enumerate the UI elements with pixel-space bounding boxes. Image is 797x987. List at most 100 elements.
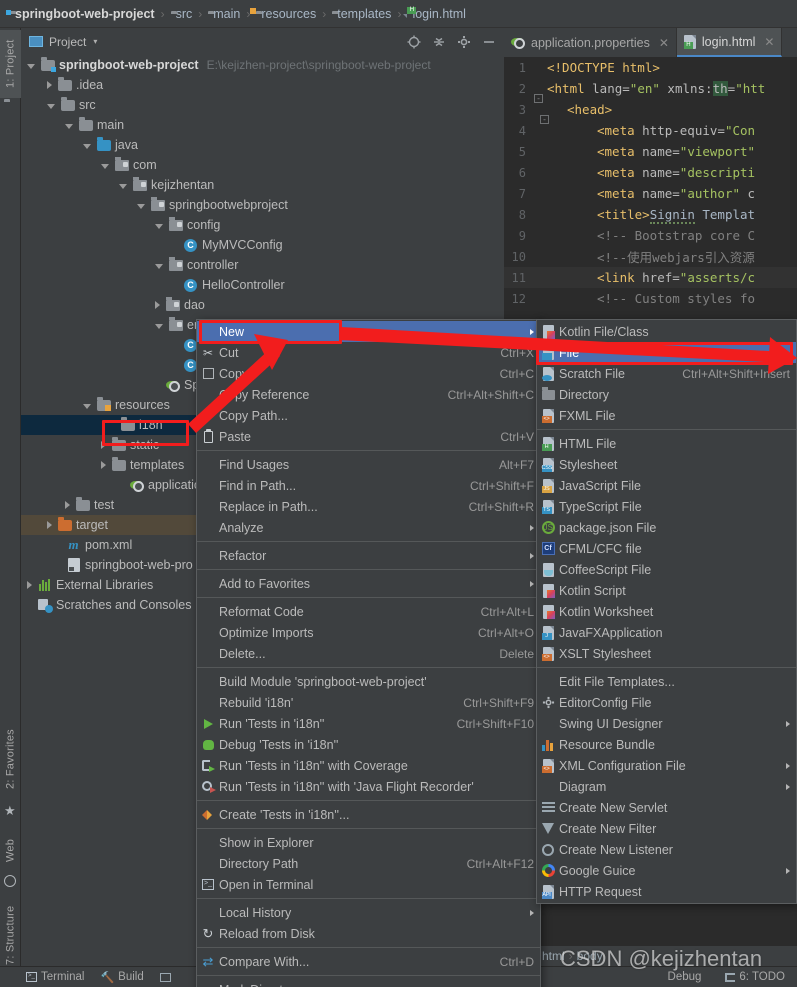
menu-item-rebuild[interactable]: Rebuild 'i18n' Ctrl+Shift+F9 xyxy=(197,692,540,713)
chevron-down-icon[interactable] xyxy=(155,323,163,329)
menu-item-refactor[interactable]: Refactor xyxy=(197,545,540,566)
menu-item-open-in-terminal[interactable]: >_ Open in Terminal xyxy=(197,874,540,895)
submenu-item-cfml-cfc-file[interactable]: Cf CFML/CFC file xyxy=(537,538,796,559)
menu-item-run-tests[interactable]: Run 'Tests in 'i18n'' Ctrl+Shift+F10 xyxy=(197,713,540,734)
chevron-right-icon[interactable] xyxy=(47,521,52,529)
menu-item-directory-path[interactable]: Directory Path Ctrl+Alt+F12 xyxy=(197,853,540,874)
submenu-item-scratch-file[interactable]: Scratch File Ctrl+Alt+Shift+Insert xyxy=(537,363,796,384)
chevron-down-icon[interactable] xyxy=(27,63,35,69)
menu-item-optimize-imports[interactable]: Optimize Imports Ctrl+Alt+O xyxy=(197,622,540,643)
menu-item-find-in-path[interactable]: Find in Path... Ctrl+Shift+F xyxy=(197,475,540,496)
submenu-item-html-file[interactable]: H HTML File xyxy=(537,433,796,454)
submenu-item-resource-bundle[interactable]: Resource Bundle xyxy=(537,734,796,755)
chevron-down-icon[interactable] xyxy=(65,123,73,129)
hide-icon[interactable] xyxy=(482,35,496,49)
submenu-item-diagram[interactable]: Diagram xyxy=(537,776,796,797)
tree-row-src[interactable]: src xyxy=(21,95,504,115)
menu-item-reformat-code[interactable]: Reformat Code Ctrl+Alt+L xyxy=(197,601,540,622)
menu-item-replace-in-path[interactable]: Replace in Path... Ctrl+Shift+R xyxy=(197,496,540,517)
chevron-right-icon[interactable] xyxy=(65,501,70,509)
submenu-item-file[interactable]: File xyxy=(537,342,796,363)
submenu-item-http-request[interactable]: API HTTP Request xyxy=(537,881,796,902)
submenu-item-create-new-listener[interactable]: Create New Listener xyxy=(537,839,796,860)
chevron-right-icon[interactable] xyxy=(27,581,32,589)
submenu-item-package-json-file[interactable]: JS package.json File xyxy=(537,517,796,538)
menu-item-compare-with[interactable]: ⇄ Compare With... Ctrl+D xyxy=(197,951,540,972)
bottom-item-terminal[interactable]: >_ Terminal xyxy=(26,971,84,983)
bottom-item-messages[interactable] xyxy=(159,972,175,982)
bottom-item-debug[interactable]: Debug xyxy=(668,971,702,983)
fold-minus-icon[interactable]: - xyxy=(534,93,543,103)
submenu-item-xslt-stylesheet[interactable]: <> XSLT Stylesheet xyxy=(537,643,796,664)
chevron-right-icon[interactable] xyxy=(101,461,106,469)
breadcrumb-item-src[interactable]: src xyxy=(169,0,195,28)
bottom-item-todo[interactable]: 6: TODO xyxy=(725,971,785,983)
chevron-down-icon[interactable] xyxy=(47,103,55,109)
breadcrumb-item-project[interactable]: springboot-web-project xyxy=(8,0,157,28)
submenu-item-directory[interactable]: Directory xyxy=(537,384,796,405)
submenu-item-typescript-file[interactable]: TS TypeScript File xyxy=(537,496,796,517)
submenu-item-stylesheet[interactable]: CSS Stylesheet xyxy=(537,454,796,475)
breadcrumb-item-login-html[interactable]: login.html xyxy=(405,0,468,28)
tree-row-main[interactable]: main xyxy=(21,115,504,135)
chevron-right-icon[interactable] xyxy=(155,301,160,309)
close-icon[interactable]: ✕ xyxy=(764,35,774,49)
submenu-item-edit-file-templates[interactable]: Edit File Templates... xyxy=(537,671,796,692)
gear-icon[interactable] xyxy=(457,35,471,49)
collapse-all-icon[interactable] xyxy=(432,35,446,49)
sidebar-item-structure[interactable]: 7: Structure xyxy=(0,894,21,976)
submenu-item-editorconfig-file[interactable]: EditorConfig File xyxy=(537,692,796,713)
tab-login-html[interactable]: login.html ✕ xyxy=(676,28,783,57)
submenu-item-xml-configuration-file[interactable]: <> XML Configuration File xyxy=(537,755,796,776)
tree-row-idea[interactable]: .idea xyxy=(21,75,504,95)
menu-item-show-in-explorer[interactable]: Show in Explorer xyxy=(197,832,540,853)
tree-row-config[interactable]: config xyxy=(21,215,504,235)
submenu-item-fxml-file[interactable]: <> FXML File xyxy=(537,405,796,426)
locate-icon[interactable] xyxy=(407,35,421,49)
menu-item-analyze[interactable]: Analyze xyxy=(197,517,540,538)
menu-item-run-tests-with-jfr[interactable]: Run 'Tests in 'i18n'' with 'Java Flight … xyxy=(197,776,540,797)
menu-item-copy-reference[interactable]: Copy Reference Ctrl+Alt+Shift+C xyxy=(197,384,540,405)
bottom-item-build[interactable]: 🔨 Build xyxy=(100,971,143,984)
tree-row-springbootwebproject[interactable]: springbootwebproject xyxy=(21,195,504,215)
context-menu[interactable]: New ✂ Cut Ctrl+X Copy Ctrl+C Copy Refere… xyxy=(196,319,541,987)
breadcrumb-item-main[interactable]: main xyxy=(206,0,242,28)
tree-row-project-root[interactable]: springboot-web-project E:\kejizhen-proje… xyxy=(21,55,504,75)
tree-row-dao[interactable]: dao xyxy=(21,295,504,315)
chevron-down-icon[interactable] xyxy=(155,263,163,269)
breadcrumb-item-templates[interactable]: templates xyxy=(330,0,393,28)
sidebar-item-web[interactable]: Web xyxy=(0,828,21,872)
menu-item-cut[interactable]: ✂ Cut Ctrl+X xyxy=(197,342,540,363)
menu-item-paste[interactable]: Paste Ctrl+V xyxy=(197,426,540,447)
submenu-item-coffeescript-file[interactable]: CoffeeScript File xyxy=(537,559,796,580)
menu-item-create-tests[interactable]: Create 'Tests in 'i18n''... xyxy=(197,804,540,825)
submenu-item-kotlin-file-class[interactable]: Kotlin File/Class xyxy=(537,321,796,342)
menu-item-debug-tests[interactable]: Debug 'Tests in 'i18n'' xyxy=(197,734,540,755)
submenu-item-kotlin-worksheet[interactable]: Kotlin Worksheet xyxy=(537,601,796,622)
menu-item-add-to-favorites[interactable]: Add to Favorites xyxy=(197,573,540,594)
chevron-down-icon[interactable] xyxy=(83,143,91,149)
submenu-item-javascript-file[interactable]: JS JavaScript File xyxy=(537,475,796,496)
chevron-right-icon[interactable] xyxy=(101,441,106,449)
menu-item-copy[interactable]: Copy Ctrl+C xyxy=(197,363,540,384)
tab-application-properties[interactable]: application.properties ✕ xyxy=(504,28,677,57)
menu-item-new[interactable]: New xyxy=(197,321,540,342)
submenu-item-google-guice[interactable]: Google Guice xyxy=(537,860,796,881)
sidebar-item-favorites[interactable]: 2: Favorites xyxy=(0,718,21,800)
menu-item-mark-directory-as[interactable]: Mark Directory as xyxy=(197,979,540,987)
submenu-item-kotlin-script[interactable]: Kotlin Script xyxy=(537,580,796,601)
submenu-item-javafx-application[interactable]: J JavaFXApplication xyxy=(537,622,796,643)
chevron-right-icon[interactable] xyxy=(47,81,52,89)
breadcrumb-item-resources[interactable]: resources xyxy=(254,0,318,28)
fold-minus-icon[interactable]: - xyxy=(540,114,549,124)
tree-row-kejizhentan[interactable]: kejizhentan xyxy=(21,175,504,195)
tree-row-java[interactable]: java xyxy=(21,135,504,155)
close-icon[interactable]: ✕ xyxy=(659,36,669,50)
new-submenu[interactable]: Kotlin File/Class File Scratch File Ctrl… xyxy=(536,319,797,904)
menu-item-delete[interactable]: Delete... Delete xyxy=(197,643,540,664)
chevron-down-icon[interactable] xyxy=(83,403,91,409)
tree-row-hellocontroller[interactable]: C HelloController xyxy=(21,275,504,295)
sidebar-item-project[interactable]: 1: Project xyxy=(0,30,21,98)
chevron-down-icon[interactable] xyxy=(119,183,127,189)
menu-item-copy-path[interactable]: Copy Path... xyxy=(197,405,540,426)
